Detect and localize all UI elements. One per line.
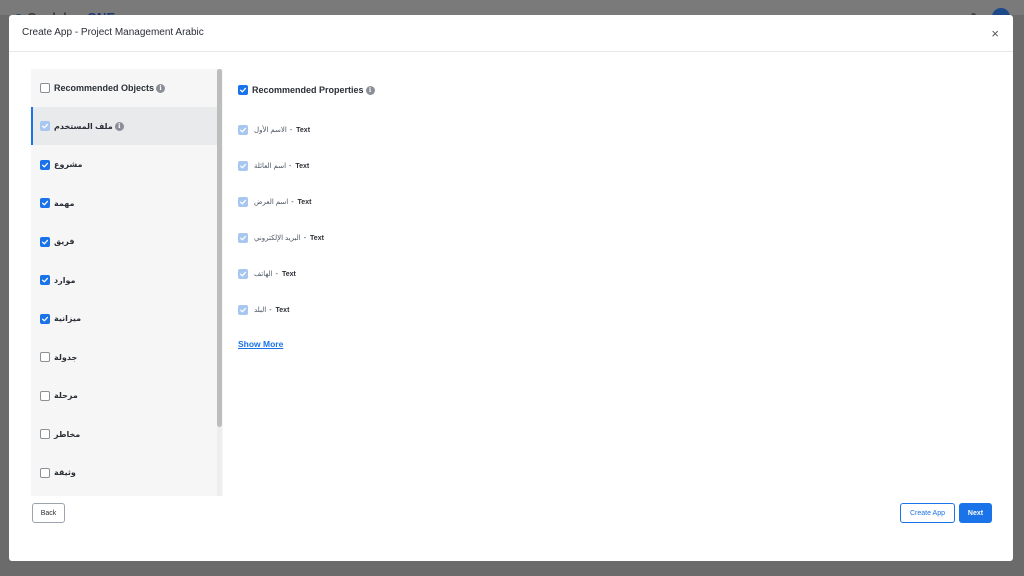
object-label: ميزانية xyxy=(54,314,82,323)
object-item[interactable]: ميزانية xyxy=(31,300,217,338)
object-label: موارد xyxy=(54,275,76,285)
object-checkbox[interactable] xyxy=(40,352,50,362)
object-label: مشروع xyxy=(54,160,83,169)
property-checkbox xyxy=(238,233,248,243)
object-checkbox[interactable] xyxy=(40,159,50,170)
property-separator: - xyxy=(275,270,278,278)
property-checkbox xyxy=(238,161,248,171)
select-all-properties-checkbox[interactable] xyxy=(238,85,248,95)
objects-header-label: Recommended Objects xyxy=(54,83,155,93)
objects-header: Recommended Objects i xyxy=(31,69,217,107)
object-item[interactable]: ملف المستخدم i xyxy=(31,107,217,145)
property-checkbox xyxy=(238,269,248,279)
property-type: Text xyxy=(296,126,311,134)
object-item[interactable]: مشروع xyxy=(31,146,217,184)
property-separator: - xyxy=(303,234,307,242)
modal-title: Create App - Project Management Arabic xyxy=(22,27,204,38)
property-name: اسم العرض xyxy=(254,199,289,206)
property-checkbox xyxy=(238,125,248,135)
close-button[interactable]: × xyxy=(991,27,999,40)
info-icon[interactable]: i xyxy=(156,83,166,93)
object-checkbox[interactable] xyxy=(40,275,50,285)
object-checkbox[interactable] xyxy=(40,313,50,324)
object-checkbox[interactable] xyxy=(40,198,50,208)
object-checkbox xyxy=(40,121,50,131)
create-app-button[interactable]: Create App xyxy=(900,503,955,523)
object-label: فريق xyxy=(54,237,75,246)
property-item: البلد - Text xyxy=(238,303,289,317)
property-item: الهاتف - Text xyxy=(238,267,296,281)
property-checkbox xyxy=(238,305,248,315)
object-checkbox[interactable] xyxy=(40,429,50,439)
object-item[interactable]: مخاطر xyxy=(31,415,217,453)
object-item[interactable]: مرحلة xyxy=(31,377,217,415)
back-button[interactable]: Back xyxy=(32,503,65,523)
object-label: مهمة xyxy=(54,198,75,208)
property-item: البريد الإلكتروني - Text xyxy=(238,231,324,245)
object-item[interactable]: جدولة xyxy=(31,338,217,376)
scrollbar-thumb[interactable] xyxy=(217,69,222,427)
property-separator: - xyxy=(289,126,293,134)
object-item[interactable]: فريق xyxy=(31,223,217,261)
object-label: مخاطر xyxy=(54,429,81,439)
property-name: البلد xyxy=(254,307,267,314)
object-item[interactable]: وثيقة xyxy=(31,454,217,492)
property-type: Text xyxy=(275,306,290,314)
property-type: Text xyxy=(297,198,312,206)
property-name: البريد الإلكتروني xyxy=(254,235,301,242)
properties-header-label: Recommended Properties xyxy=(252,85,364,95)
object-item[interactable]: مهمة xyxy=(31,184,217,222)
property-item: الاسم الأول - Text xyxy=(238,123,310,137)
objects-scrollbar[interactable] xyxy=(217,69,222,496)
object-label: ملف المستخدم xyxy=(54,121,113,131)
modal-header: Create App - Project Management Arabic × xyxy=(9,15,1013,52)
object-label: مرحلة xyxy=(54,391,78,400)
property-separator: - xyxy=(289,162,292,170)
object-checkbox[interactable] xyxy=(40,467,50,478)
select-all-objects-checkbox[interactable] xyxy=(40,83,50,93)
property-name: الاسم الأول xyxy=(254,127,287,134)
property-item: اسم العرض - Text xyxy=(238,195,311,209)
info-icon[interactable]: i xyxy=(365,85,375,95)
property-name: اسم العائلة xyxy=(254,163,287,170)
show-more-link[interactable]: Show More xyxy=(238,339,283,349)
property-separator: - xyxy=(269,306,272,314)
property-separator: - xyxy=(291,198,294,206)
objects-panel: Recommended Objects i ملف المستخدم i مشروع… xyxy=(31,69,223,496)
property-type: Text xyxy=(281,270,296,278)
background-app-header xyxy=(0,0,1024,15)
info-icon[interactable]: i xyxy=(114,121,124,131)
property-name: الهاتف xyxy=(254,271,273,278)
property-item: اسم العائلة - Text xyxy=(238,159,309,173)
properties-header: Recommended Properties i xyxy=(238,85,375,95)
object-checkbox[interactable] xyxy=(40,390,50,401)
object-checkbox[interactable] xyxy=(40,236,50,247)
object-label: جدولة xyxy=(54,352,78,362)
next-button[interactable]: Next xyxy=(959,503,992,523)
object-label: وثيقة xyxy=(54,468,76,477)
property-type: Text xyxy=(310,234,324,242)
object-item[interactable]: موارد xyxy=(31,261,217,299)
property-type: Text xyxy=(295,162,310,170)
create-app-modal: Create App - Project Management Arabic ×… xyxy=(9,15,1013,561)
property-checkbox xyxy=(238,197,248,207)
